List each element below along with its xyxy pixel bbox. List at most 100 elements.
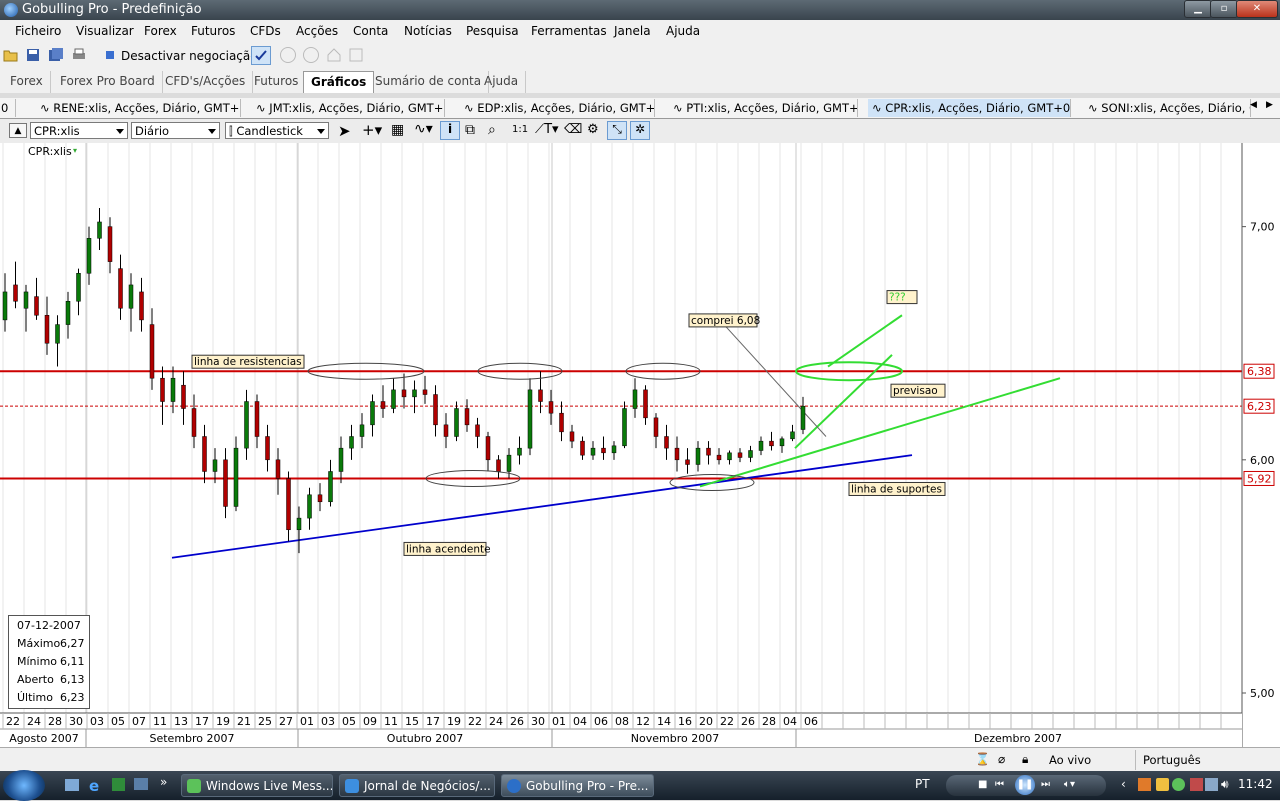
autoscale-icon[interactable]: ⤡ <box>607 121 627 140</box>
chart-type-select[interactable]: ⫿ Candlestick <box>225 122 329 139</box>
pointer-icon[interactable]: ➤ <box>338 122 351 140</box>
menu-accoes[interactable]: Acções <box>296 24 338 38</box>
chart-panel[interactable]: linha de resistencias linha acendente linh… <box>0 143 1280 747</box>
candle-up <box>790 431 795 440</box>
clock[interactable]: 11:42 <box>1238 777 1273 791</box>
crosshair-icon[interactable]: +▾ <box>362 121 382 139</box>
tray-expand-icon[interactable]: ‹ <box>1121 777 1126 791</box>
close-button[interactable]: ✕ <box>1236 0 1278 18</box>
symbol-tab-jmt[interactable]: ∿ JMT:xlis, Acções, Diário, GMT+0 <box>252 99 445 117</box>
quick-launch-more-icon[interactable]: » <box>160 775 167 789</box>
internet-explorer-icon <box>345 779 359 793</box>
candle-up <box>2 291 8 321</box>
indicator-icon[interactable]: ∿▾ <box>414 121 433 137</box>
tab-futuros[interactable]: Futuros <box>247 71 307 93</box>
zoom-icon[interactable]: ⌕ <box>488 122 496 138</box>
media-player-controls[interactable]: ■ ⏮ ❚❚ ⏭ 🔈︎▾ <box>946 775 1106 796</box>
collapse-up-icon[interactable]: ▲ <box>9 123 27 138</box>
tray-volume-icon[interactable]: 🔊︎ <box>1221 777 1229 792</box>
chart-annotations[interactable]: linha de resistencias linha acendente linh… <box>191 290 946 556</box>
maximize-button[interactable]: ▫ <box>1210 0 1238 18</box>
candle-down <box>653 417 659 437</box>
tab-graficos[interactable]: Gráficos <box>303 71 375 94</box>
period-select[interactable]: Diário <box>131 122 220 139</box>
candle-down <box>380 401 386 409</box>
show-desktop-icon[interactable] <box>65 779 79 791</box>
menu-forex[interactable]: Forex <box>144 24 177 38</box>
tray-security-icon[interactable] <box>1156 778 1169 791</box>
tray-network-icon[interactable] <box>1190 778 1203 791</box>
forecast-line <box>699 377 1061 488</box>
symbol-tab-rene[interactable]: ∿ RENE:xlis, Acções, Diário, GMT+0 <box>36 99 241 117</box>
menu-conta[interactable]: Conta <box>353 24 388 38</box>
symbol-tab-edp[interactable]: ∿ EDP:xlis, Acções, Diário, GMT+0 <box>460 99 655 117</box>
date-tick-label: 03 <box>90 715 104 728</box>
chart-trendlines[interactable] <box>0 314 1242 559</box>
zoom-box-icon[interactable]: ⧉ <box>465 122 475 138</box>
refresh-icon[interactable] <box>348 47 364 63</box>
tab-sumario-de-conta[interactable]: Sumário de conta <box>368 71 490 93</box>
menu-cfds[interactable]: CFDs <box>250 24 281 38</box>
minimize-button[interactable]: ▁ <box>1184 0 1212 18</box>
menu-visualizar[interactable]: Visualizar <box>76 24 134 38</box>
home-icon[interactable] <box>326 47 342 63</box>
line-tool-icon[interactable]: ⟋T▾ <box>535 122 559 137</box>
save-icon[interactable] <box>25 47 41 63</box>
price-chart[interactable]: linha de resistencias linha acendente linh… <box>0 143 1280 747</box>
tray-messenger-icon[interactable] <box>1172 778 1185 791</box>
menu-futuros[interactable]: Futuros <box>191 24 235 38</box>
candle-down <box>664 436 669 449</box>
menu-noticias[interactable]: Notícias <box>404 24 452 38</box>
previous-icon[interactable]: ⏮ <box>995 779 1004 790</box>
open-folder-icon[interactable] <box>3 47 19 63</box>
menu-ferramentas[interactable]: Ferramentas <box>531 24 607 38</box>
window-switcher-icon[interactable] <box>134 778 148 790</box>
symbol-tab-partial[interactable]: 0 <box>0 99 16 117</box>
pause-icon[interactable]: ❚❚ <box>1015 775 1035 795</box>
symbol-tab-soni[interactable]: ∿ SONI:xlis, Acções, Diário, GMT+0 <box>1084 99 1251 117</box>
taskbar-item-gobulling[interactable]: Gobulling Pro - Pre... <box>501 774 654 797</box>
forward-icon[interactable] <box>303 47 319 63</box>
start-button[interactable] <box>3 770 45 801</box>
menu-janela[interactable]: Janela <box>614 24 651 38</box>
tab-forex-pro-board[interactable]: Forex Pro Board <box>53 71 163 93</box>
next-icon[interactable]: ⏭ <box>1041 779 1050 790</box>
eraser-icon[interactable]: ⌫ <box>564 122 582 137</box>
check-icon[interactable] <box>251 46 271 65</box>
back-icon[interactable] <box>280 47 296 63</box>
settings-icon[interactable]: ⚙ <box>587 122 599 137</box>
tray-app-icon[interactable] <box>1138 778 1151 791</box>
symbol-tab-pti[interactable]: ∿ PTI:xlis, Acções, Diário, GMT+0 <box>669 99 858 117</box>
taskbar-item-jornal[interactable]: Jornal de Negócios/... <box>339 774 495 797</box>
chevron-down-icon[interactable]: ▾ <box>73 146 77 155</box>
line-chart-icon: ∿ <box>464 101 478 115</box>
internet-explorer-icon[interactable]: e <box>89 777 99 795</box>
symbol-select[interactable]: CPR:xlis <box>30 122 128 139</box>
info-icon[interactable]: i <box>440 121 460 140</box>
excel-icon[interactable] <box>112 778 125 791</box>
stop-icon[interactable]: ■ <box>978 779 987 790</box>
save-all-icon[interactable] <box>48 47 64 63</box>
tab-cfds-accoes[interactable]: CFD's/Acções <box>158 71 254 93</box>
zoom-one-to-one-icon[interactable]: 1:1 <box>512 124 528 135</box>
menu-ajuda[interactable]: Ajuda <box>666 24 700 38</box>
candle-up <box>23 291 29 309</box>
tabs-scroll-right-icon[interactable]: ▶ <box>1266 100 1273 110</box>
date-tick-label: 04 <box>573 715 587 728</box>
grid-icon[interactable]: ▦ <box>391 122 404 138</box>
tab-ajuda[interactable]: Ajuda <box>477 71 527 93</box>
candle-down <box>580 440 585 456</box>
symbol-tab-cpr[interactable]: ∿ CPR:xlis, Acções, Diário, GMT+0 <box>868 99 1071 117</box>
taskbar-item-messenger[interactable]: Windows Live Mess... <box>181 774 333 797</box>
tabs-scroll-left-icon[interactable]: ◀ <box>1250 100 1257 110</box>
main-toolbar: Desactivar negociação <box>0 43 1280 69</box>
volume-icon[interactable]: 🔈︎▾ <box>1064 779 1075 790</box>
tray-display-icon[interactable] <box>1205 778 1218 791</box>
disable-trading-label[interactable]: Desactivar negociação <box>121 49 258 63</box>
magnet-icon[interactable]: ✲ <box>630 121 650 140</box>
tab-forex[interactable]: Forex <box>3 71 51 93</box>
menu-pesquisa[interactable]: Pesquisa <box>466 24 519 38</box>
print-icon[interactable] <box>71 47 87 63</box>
input-language[interactable]: PT <box>915 777 930 791</box>
menu-ficheiro[interactable]: Ficheiro <box>15 24 61 38</box>
